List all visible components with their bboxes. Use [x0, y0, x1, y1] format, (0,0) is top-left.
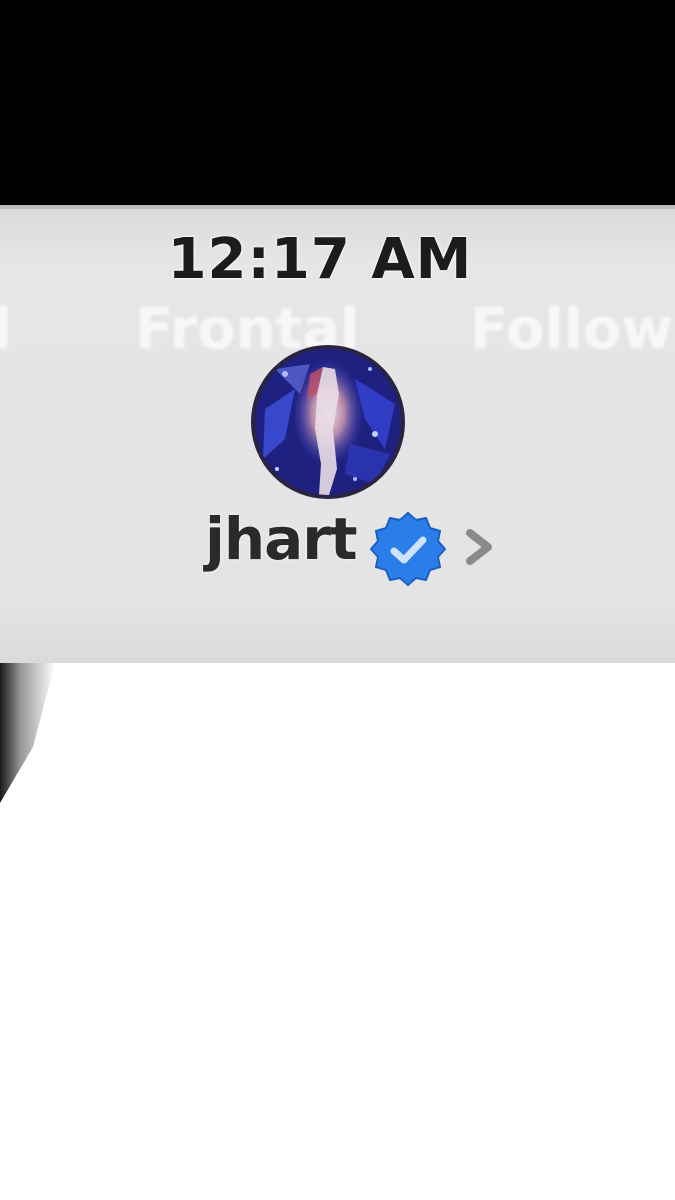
tab-item[interactable]: Follow — [470, 297, 673, 362]
verified-badge-icon — [368, 509, 448, 593]
tab-item[interactable]: al — [0, 297, 12, 362]
status-time: 12:17 AM — [167, 227, 473, 292]
top-black-bar — [0, 0, 675, 205]
left-edge-shadow — [0, 663, 55, 803]
username-row[interactable]: jhart — [190, 495, 530, 595]
username: jhart — [205, 505, 358, 573]
avatar-image — [255, 349, 401, 495]
header-top-edge — [0, 205, 675, 209]
profile-header: 12:17 AM al Frontal Follow — [0, 205, 675, 663]
chevron-right-icon[interactable] — [462, 527, 496, 571]
avatar[interactable] — [251, 345, 405, 499]
